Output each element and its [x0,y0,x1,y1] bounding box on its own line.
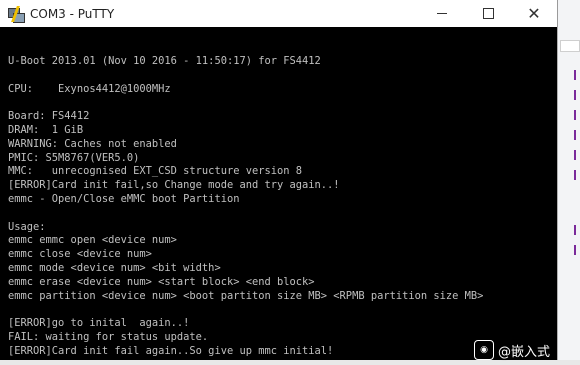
terminal-line: FAIL: waiting for status update. [8,330,209,343]
terminal-line: PMIC: S5M8767(VER5.0) [8,151,140,164]
minimize-icon [437,13,447,14]
terminal-line: U-Boot 2013.01 (Nov 10 2016 - 11:50:17) … [8,55,321,67]
bg-window-mark [574,110,576,120]
terminal-line: [ERROR]Card init fail,so Change mode and… [8,179,340,192]
bg-window-mark [574,70,576,80]
bg-window-mark [574,130,576,140]
putty-app-icon[interactable] [8,5,25,23]
close-icon: ✕ [527,3,541,23]
terminal-line: [ERROR]Card init fail again..So give up … [8,344,334,357]
title-bar[interactable]: COM3 - PuTTY ✕ [0,0,557,27]
terminal-line: CPU: Exynos4412@1000MHz [8,82,171,95]
maximize-icon [482,8,494,19]
wechat-icon: ◉ [474,340,494,360]
terminal-output: U-Boot 2013.01 (Nov 10 2016 - 11:50:17) … [8,55,483,359]
bg-window-mark [574,90,576,100]
terminal-area[interactable]: U-Boot 2013.01 (Nov 10 2016 - 11:50:17) … [0,27,557,365]
window-title: COM3 - PuTTY [30,6,115,21]
terminal-line: emmc erase <device num> <start block> <e… [8,275,315,288]
terminal-line: emmc emmc open <device num> [8,234,177,247]
background-window[interactable] [558,0,580,365]
bg-window-mark [574,245,576,255]
terminal-line: emmc - Open/Close eMMC boot Partition [8,192,240,205]
minimize-button[interactable] [419,0,465,27]
maximize-button[interactable] [465,0,511,27]
watermark: ◉ @嵌入式 [474,338,550,362]
terminal-line: DRAM: 1 GiB [8,123,84,136]
terminal-line: emmc mode <device num> <bit width> [8,261,221,274]
close-button[interactable]: ✕ [511,0,557,27]
terminal-line: emmc close <device num> [8,248,152,261]
watermark-text: @嵌入式 [498,344,551,360]
terminal-line: Board: FS4412 [8,110,90,123]
bg-window-mark [574,170,576,180]
bg-window-mark [574,150,576,160]
terminal-line: WARNING: Caches not enabled [8,137,177,150]
bg-window-element [560,40,580,52]
terminal-line: MMC: unrecognised EXT_CSD structure vers… [8,165,303,178]
bg-window-mark [574,225,576,235]
terminal-line: emmc partition <device num> <boot partit… [8,289,484,302]
terminal-line: Usage: [8,220,46,233]
terminal-line: [ERROR]go to inital again..! [8,317,190,330]
putty-window: COM3 - PuTTY ✕ U-Boot 2013.01 (Nov 10 20… [0,0,558,365]
